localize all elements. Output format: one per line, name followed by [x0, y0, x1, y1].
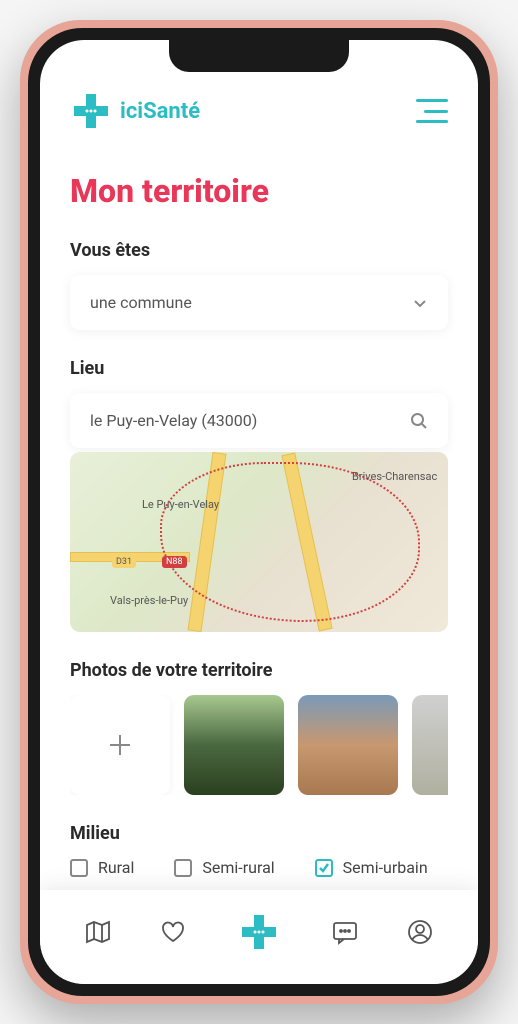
vous-etes-label: Vous êtes	[70, 240, 448, 261]
lieu-section: Lieu le Puy-en-Velay (43000) Le Puy	[70, 358, 448, 632]
checkbox-semi-rural[interactable]: Semi-rural	[174, 858, 274, 877]
checkbox-box	[315, 859, 333, 877]
logo-icon	[70, 90, 112, 132]
chevron-down-icon	[412, 295, 428, 311]
app-logo[interactable]: iciSanté	[70, 90, 200, 132]
map-label-city1: Le Puy-en-Velay	[142, 498, 219, 511]
nav-favorites[interactable]	[159, 918, 187, 946]
lieu-value: le Puy-en-Velay (43000)	[90, 411, 257, 430]
milieu-checkboxes: Rural Semi-rural Semi-urba	[70, 858, 448, 890]
photos-row	[70, 695, 448, 795]
vous-etes-value: une commune	[90, 293, 192, 312]
nav-messages[interactable]	[331, 918, 359, 946]
map-label-city3: Vals-près-le-Puy	[110, 594, 188, 607]
map-preview[interactable]: Le Puy-en-Velay Brives-Charensac Vals-pr…	[70, 452, 448, 632]
logo-cross-icon	[237, 910, 281, 954]
photos-label: Photos de votre territoire	[70, 660, 448, 681]
nav-home[interactable]	[235, 908, 283, 956]
checkbox-label: Semi-rural	[202, 858, 274, 877]
checkbox-box	[174, 859, 192, 877]
logo-text: iciSanté	[120, 99, 200, 124]
territory-photo-2[interactable]	[298, 695, 398, 795]
vous-etes-section: Vous êtes une commune	[70, 240, 448, 330]
lieu-search-input[interactable]: le Puy-en-Velay (43000)	[70, 393, 448, 448]
checkbox-label: Rural	[98, 858, 134, 877]
checkbox-label: Semi-urbain	[343, 858, 428, 877]
lieu-label: Lieu	[70, 358, 448, 379]
milieu-section: Milieu Rural Semi-rural	[70, 823, 448, 890]
map-label-city2: Brives-Charensac	[352, 470, 437, 483]
checkbox-semi-urbain[interactable]: Semi-urbain	[315, 858, 428, 877]
map-icon	[84, 918, 112, 946]
checkbox-rural[interactable]: Rural	[70, 858, 134, 877]
territory-photo-1[interactable]	[184, 695, 284, 795]
map-label-road1: D31	[112, 556, 136, 568]
phone-notch	[169, 40, 349, 72]
vous-etes-select[interactable]: une commune	[70, 275, 448, 330]
bottom-nav	[40, 890, 478, 984]
territory-photo-3[interactable]	[412, 695, 448, 795]
nav-map[interactable]	[84, 918, 112, 946]
photos-section: Photos de votre territoire	[70, 660, 448, 795]
milieu-label: Milieu	[70, 823, 448, 844]
chat-icon	[331, 918, 359, 946]
screen: iciSanté Mon territoire Vous êtes une co…	[40, 40, 478, 984]
user-icon	[406, 918, 434, 946]
add-photo-button[interactable]	[70, 695, 170, 795]
menu-button[interactable]	[416, 99, 448, 123]
checkbox-box	[70, 859, 88, 877]
content-scroll[interactable]: Mon territoire Vous êtes une commune Lie…	[40, 152, 478, 890]
nav-profile[interactable]	[406, 918, 434, 946]
plus-icon	[106, 731, 134, 759]
page-title: Mon territoire	[70, 172, 448, 210]
phone-bezel: iciSanté Mon territoire Vous êtes une co…	[28, 28, 490, 996]
map-label-road2: N88	[162, 556, 187, 568]
search-icon	[410, 412, 428, 430]
phone-frame: iciSanté Mon territoire Vous êtes une co…	[20, 20, 498, 1004]
heart-icon	[159, 918, 187, 946]
